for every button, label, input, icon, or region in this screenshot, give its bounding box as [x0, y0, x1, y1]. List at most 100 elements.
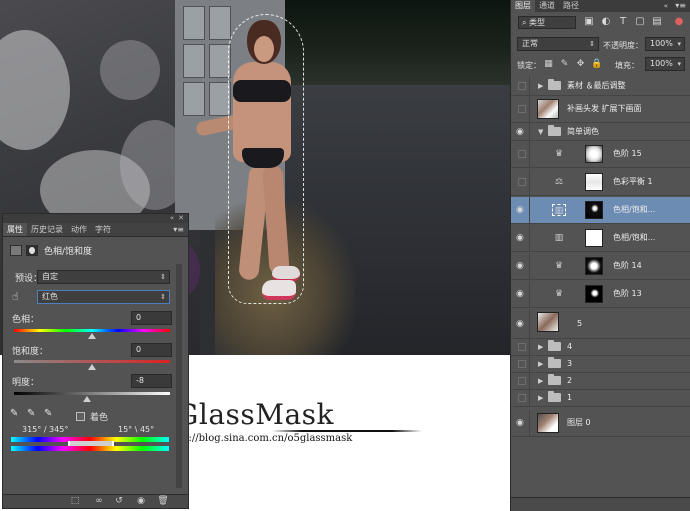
trash-icon[interactable]: 🗑	[157, 496, 169, 507]
mask-icon[interactable]	[26, 244, 38, 256]
fill-input[interactable]: 100% ▾	[645, 57, 685, 71]
layer-row[interactable]: ◉ 5	[511, 309, 690, 339]
filter-shape-icon[interactable]: ▢	[634, 16, 646, 28]
visibility-toggle[interactable]: ◉	[514, 225, 530, 251]
chevron-right-icon[interactable]: ▶	[538, 342, 543, 352]
channel-select[interactable]: 红色 ⇕	[37, 290, 170, 304]
lock-move-icon[interactable]: ✥	[575, 59, 586, 70]
tab-properties[interactable]: 属性	[3, 223, 27, 236]
lock-brush-icon[interactable]: ✎	[559, 59, 570, 70]
visibility-toggle[interactable]	[514, 390, 530, 406]
panel-menu-icon[interactable]: ▾≡	[173, 223, 184, 237]
chevron-right-icon[interactable]: ▶	[538, 376, 543, 386]
blend-mode-select[interactable]: 正常 ⇕	[517, 37, 599, 51]
visibility-toggle[interactable]	[514, 339, 530, 355]
view-previous-icon[interactable]: ∞	[93, 496, 105, 507]
layer-row[interactable]: ▶ 3	[511, 356, 690, 373]
collapse-icon[interactable]: «	[664, 0, 668, 12]
hue-slider-thumb[interactable]	[88, 333, 96, 339]
chevron-right-icon[interactable]: ▶	[538, 393, 543, 403]
eyedropper-minus-icon[interactable]: ✎	[44, 408, 56, 420]
eyedropper-icon[interactable]: ✎	[10, 408, 22, 420]
visibility-toggle[interactable]	[514, 96, 530, 122]
layer-row[interactable]: ▶ 1	[511, 390, 690, 407]
hue-track[interactable]	[14, 329, 170, 332]
colorize-checkbox[interactable]: 着色	[76, 410, 108, 423]
tab-actions[interactable]: 动作	[67, 223, 91, 236]
collapse-icon[interactable]: «	[170, 214, 174, 223]
layer-row[interactable]: ◉ ▥ 8 色相/饱和...	[511, 197, 690, 224]
visibility-toggle[interactable]	[514, 356, 530, 372]
panel-scrollbar[interactable]	[176, 264, 182, 488]
layer-name: 2	[567, 376, 573, 385]
saturation-input[interactable]: 0	[131, 343, 172, 357]
tab-character[interactable]: 字符	[91, 223, 115, 236]
layer-row[interactable]: 补画头发 扩展下画面	[511, 96, 690, 123]
chevron-down-icon[interactable]: ▼	[538, 127, 543, 137]
checkbox-icon[interactable]	[76, 412, 85, 421]
lightness-input[interactable]: -8	[131, 374, 172, 388]
panel-titlebar[interactable]: « ✕	[3, 214, 188, 223]
saturation-track[interactable]	[14, 360, 170, 363]
tab-layers[interactable]: 图层	[511, 0, 535, 12]
eyedropper-plus-icon[interactable]: ✎	[27, 408, 39, 420]
mask-thumbnail[interactable]	[585, 173, 603, 191]
adjustment-icon[interactable]	[10, 244, 22, 256]
close-icon[interactable]: ✕	[178, 214, 184, 223]
opacity-value: 100%	[650, 39, 673, 48]
visibility-toggle[interactable]	[514, 76, 530, 95]
layer-row[interactable]: ◉ ♛ 8 色阶 13	[511, 281, 690, 308]
filter-pixel-icon[interactable]: ▣	[583, 16, 595, 28]
layer-row[interactable]: ⚖ 8 色彩平衡 1	[511, 169, 690, 196]
tab-paths[interactable]: 路径	[559, 0, 583, 12]
tab-history[interactable]: 历史记录	[27, 223, 67, 236]
visibility-toggle[interactable]: ◉	[514, 197, 530, 223]
opacity-input[interactable]: 100% ▾	[645, 37, 685, 51]
visibility-toggle[interactable]: ◉	[514, 281, 530, 307]
filter-type-icon[interactable]: T	[617, 16, 629, 28]
filter-smart-icon[interactable]: ▤	[651, 16, 663, 28]
visibility-toggle[interactable]	[514, 169, 530, 195]
layer-row[interactable]: ▶ 素材 ＆最后调整	[511, 76, 690, 96]
saturation-slider-thumb[interactable]	[88, 364, 96, 370]
layer-row[interactable]: ▶ 4	[511, 339, 690, 356]
visibility-toggle[interactable]: ◉	[514, 410, 530, 436]
reset-icon[interactable]: ↺	[113, 496, 125, 507]
lock-transparency-icon[interactable]: ▦	[543, 59, 554, 70]
layer-thumbnail	[537, 413, 559, 433]
saturation-label: 饱和度：	[12, 347, 49, 357]
mask-thumbnail[interactable]	[585, 145, 603, 163]
layer-row[interactable]: ◉ ♛ 8 色阶 14	[511, 253, 690, 280]
hue-input[interactable]: 0	[131, 311, 172, 325]
panel-menu-icon[interactable]: ▾≡	[675, 0, 686, 12]
filter-toggle-icon[interactable]: ●	[673, 16, 685, 28]
filter-adjustment-icon[interactable]: ◐	[600, 16, 612, 28]
visibility-toggle[interactable]	[514, 141, 530, 167]
layer-name: 色阶 15	[613, 149, 642, 158]
mask-thumbnail[interactable]	[585, 201, 603, 219]
mask-thumbnail[interactable]	[585, 285, 603, 303]
mask-thumbnail[interactable]	[585, 257, 603, 275]
mask-thumbnail[interactable]	[585, 229, 603, 247]
visibility-icon[interactable]: ◉	[135, 496, 147, 507]
visibility-toggle[interactable]: ◉	[514, 309, 530, 338]
lightness-track[interactable]	[14, 392, 170, 395]
layer-row[interactable]: ▶ 2	[511, 373, 690, 390]
clip-to-layer-icon[interactable]: ⬚	[69, 496, 81, 507]
layer-row[interactable]: ♛ 8 色阶 15	[511, 141, 690, 168]
preset-select[interactable]: 自定 ⇕	[37, 270, 170, 284]
hand-target-icon[interactable]: ☝	[12, 291, 24, 303]
chevron-right-icon[interactable]: ▶	[538, 81, 543, 91]
chevron-right-icon[interactable]: ▶	[538, 359, 543, 369]
layer-row[interactable]: ◉ ▼ 简单调色	[511, 123, 690, 141]
layer-row[interactable]: ◉ 图层 0	[511, 410, 690, 437]
layer-filter-select[interactable]: ⌕ 类型	[518, 16, 576, 29]
lock-all-icon[interactable]: 🔒	[591, 59, 602, 70]
lightness-slider-thumb[interactable]	[83, 396, 91, 402]
marching-ants-selection[interactable]	[228, 14, 304, 304]
tab-channels[interactable]: 通道	[535, 0, 559, 12]
visibility-toggle[interactable]: ◉	[514, 123, 530, 140]
layer-row[interactable]: ◉ ▥ 8 色相/饱和...	[511, 225, 690, 252]
visibility-toggle[interactable]	[514, 373, 530, 389]
visibility-toggle[interactable]: ◉	[514, 253, 530, 279]
